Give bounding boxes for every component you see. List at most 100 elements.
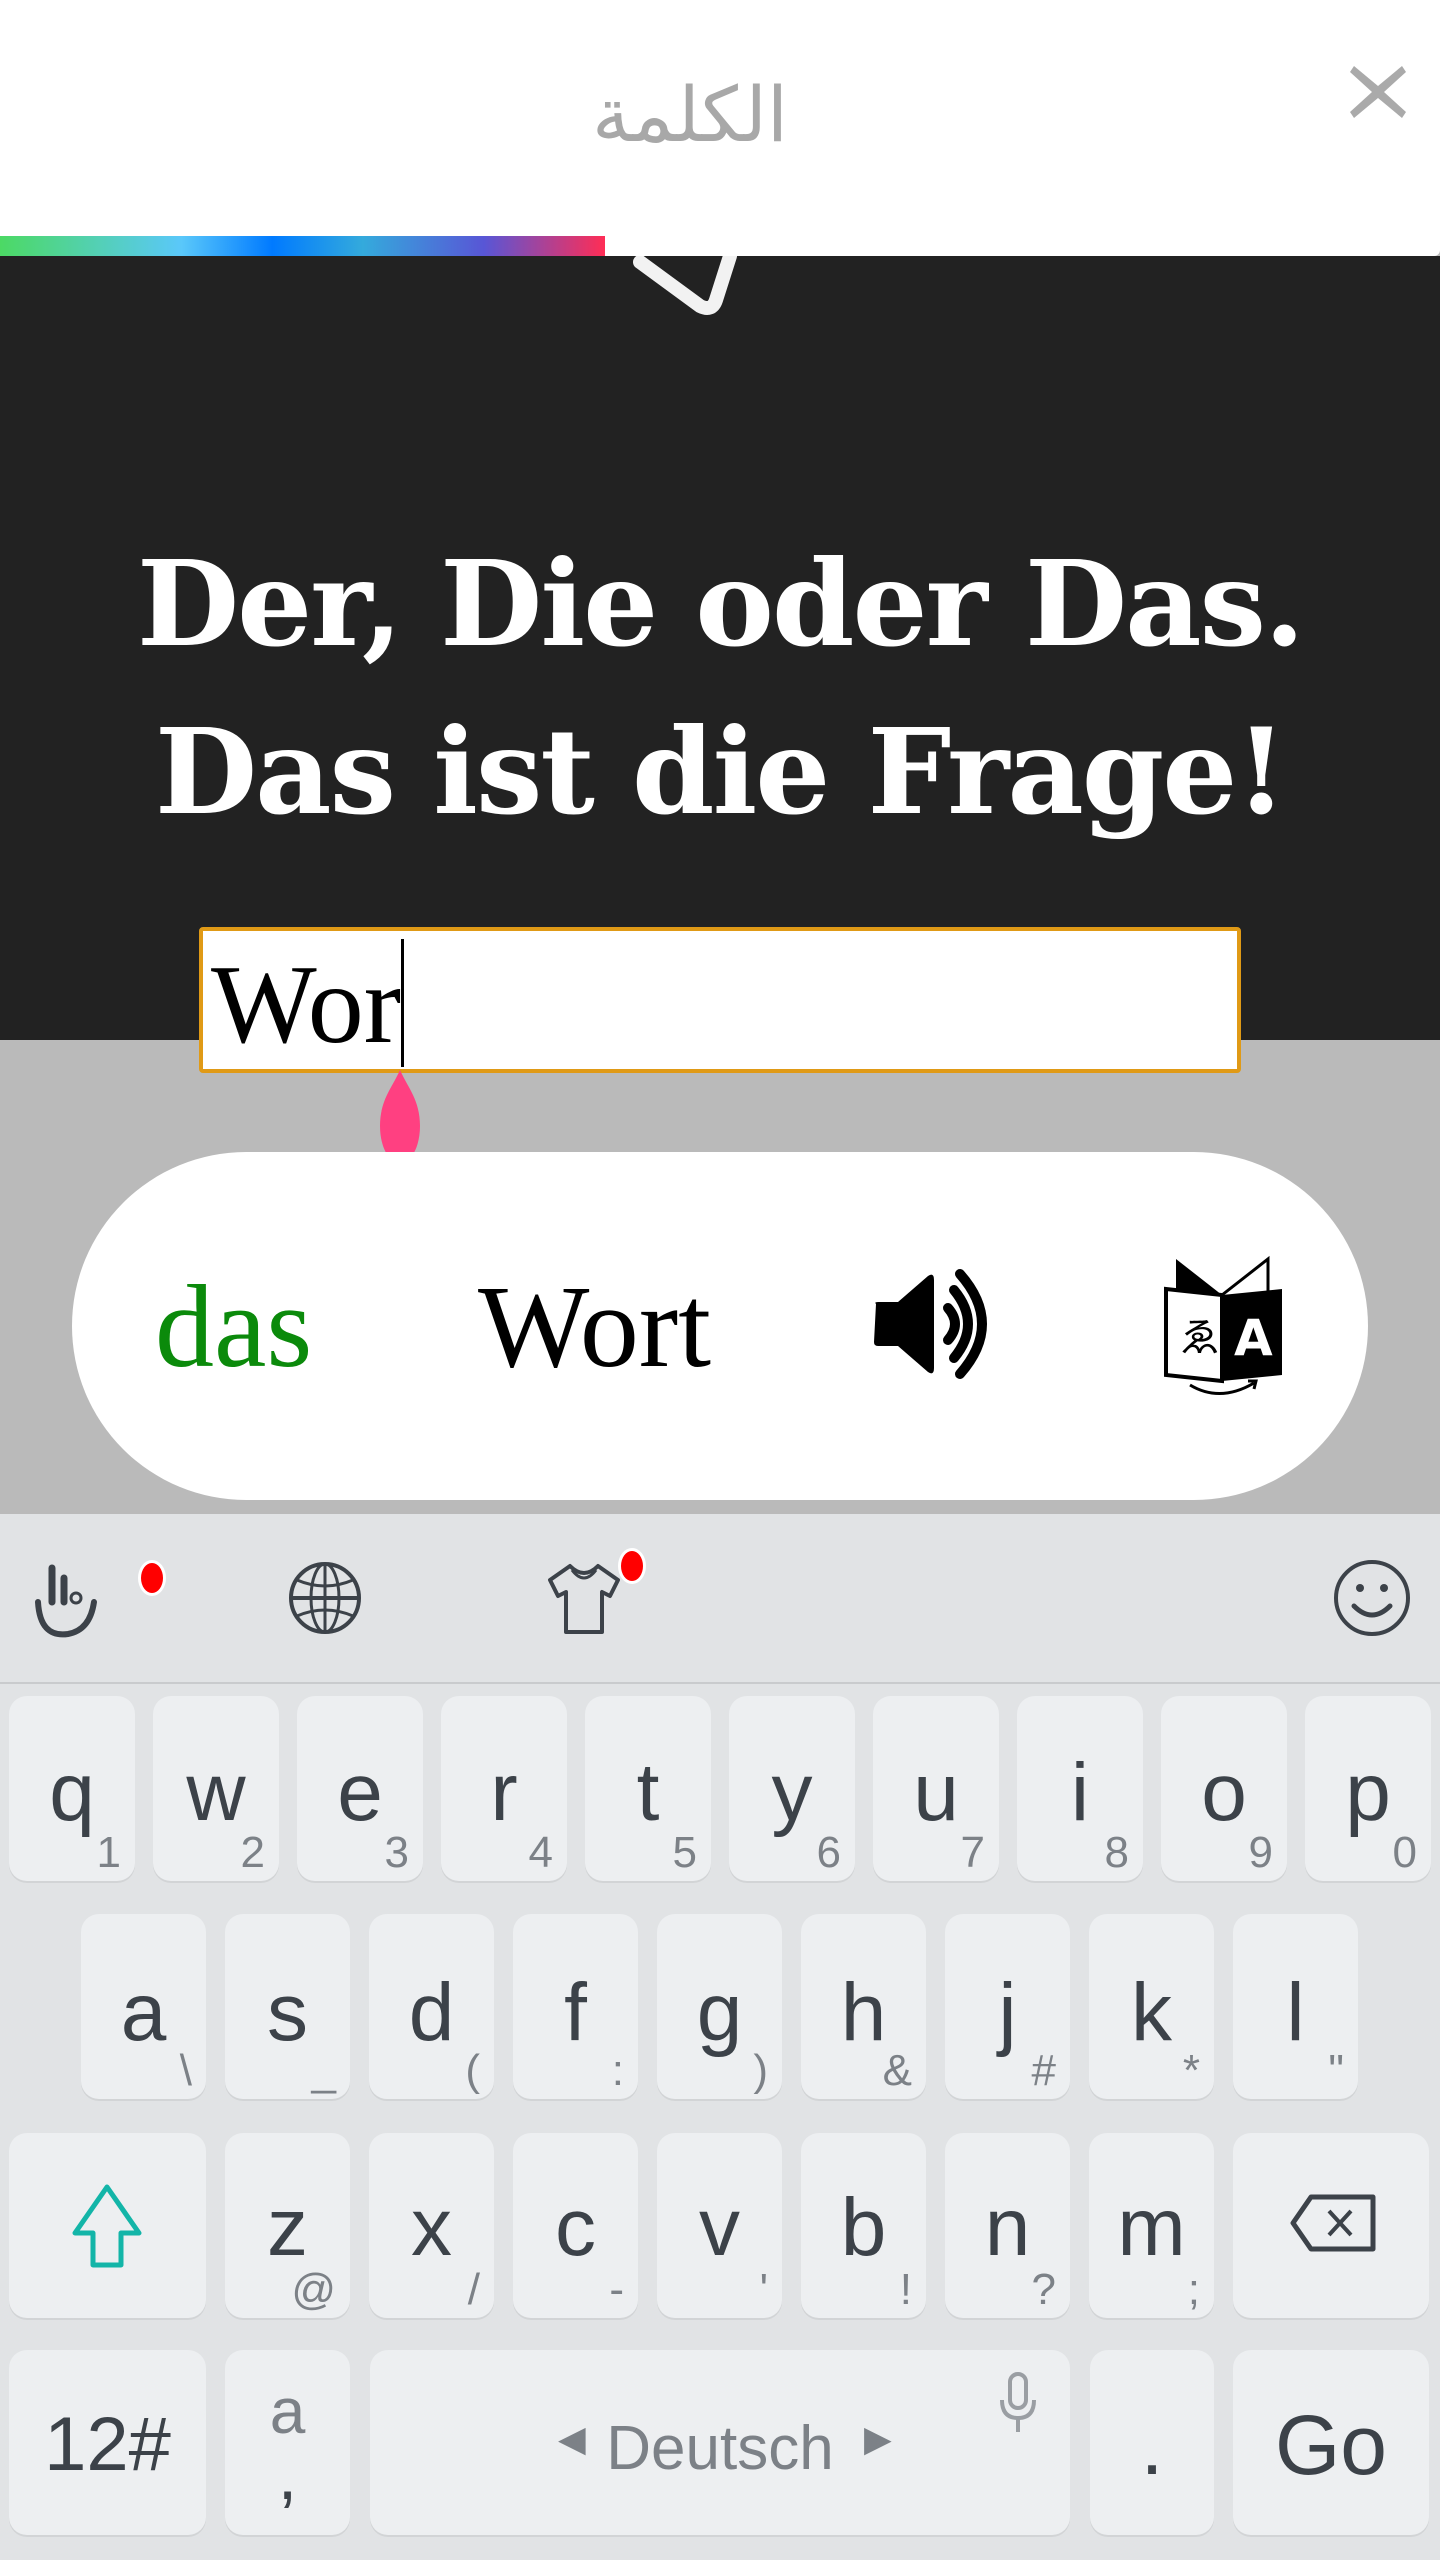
key-t[interactable]: t5 (585, 1696, 711, 1881)
key-secondary-label: 8 (1104, 1828, 1129, 1877)
comma-key[interactable]: a, (225, 2350, 350, 2535)
key-d[interactable]: d( (369, 1914, 494, 2099)
key-secondary-label: ; (1187, 2265, 1200, 2314)
soft-keyboard: q 1 w 2 e 3 r 4 t 5 y 6 u 7 i 8 o 9 p 0 a \ s _ d(f: g) h & j # k * l " z @… (0, 1514, 1440, 2560)
emoji-icon (1334, 1560, 1410, 1636)
notification-badge (618, 1548, 646, 1584)
key-n[interactable]: n? (945, 2133, 1070, 2318)
page-title: الكلمة (591, 70, 789, 159)
space-language-label: Deutsch (606, 2414, 834, 2483)
progress-fill (0, 236, 605, 256)
speaker-icon (874, 1269, 987, 1379)
key-label: v (699, 2182, 740, 2273)
key-u[interactable]: u7 (873, 1696, 999, 1881)
key-x[interactable]: x / (369, 2133, 494, 2318)
period-key[interactable]: . (1090, 2350, 1214, 2535)
key-secondary-label: 9 (1248, 1828, 1273, 1877)
article-text: das (155, 1261, 313, 1392)
notification-badge (138, 1560, 166, 1596)
key-b[interactable]: b! (801, 2133, 926, 2318)
key-label: x (411, 2182, 452, 2273)
key-label: i (1070, 1747, 1090, 1838)
go-key[interactable]: Go (1233, 2350, 1429, 2535)
key-r[interactable]: r4 (441, 1696, 567, 1881)
svg-text:ゑ: ゑ (1180, 1315, 1220, 1361)
key-secondary-label: : (611, 2046, 624, 2095)
symbols-key[interactable]: 12# (9, 2350, 206, 2535)
translate-icon: ゑ A (1164, 1255, 1282, 1395)
key-g[interactable]: g) (657, 1914, 782, 2099)
key-label: j (998, 1967, 1017, 2058)
key-o[interactable]: o9 (1161, 1696, 1287, 1881)
emoji-button[interactable] (1332, 1558, 1412, 1638)
key-j[interactable]: j # (945, 1914, 1070, 2099)
key-w[interactable]: w2 (153, 1696, 279, 1881)
key-label: l (1286, 1967, 1305, 2058)
key-label: n (984, 2182, 1031, 2273)
key-secondary-label: # (1031, 2046, 1056, 2095)
svg-text:A: A (1234, 1309, 1273, 1367)
speak-button[interactable] (870, 1268, 1002, 1380)
key-label: c (555, 2182, 596, 2273)
key-label: o (1201, 1747, 1247, 1838)
key-secondary-label: , (277, 2436, 298, 2514)
close-button[interactable] (1346, 60, 1410, 124)
key-label: s (267, 1967, 308, 2058)
gesture-button[interactable] (30, 1558, 110, 1638)
key-secondary-label: 0 (1392, 1828, 1417, 1877)
key-secondary-label: ? (1031, 2265, 1056, 2314)
key-label: a (120, 1967, 167, 2058)
key-h[interactable]: h & (801, 1914, 926, 2099)
key-label: t (636, 1747, 660, 1838)
prompt-line-2: Das ist die Frage! (154, 702, 1287, 841)
key-secondary-label: - (609, 2265, 624, 2314)
header-bar: الكلمة (0, 0, 1440, 256)
answer-input-value: Wor (211, 943, 402, 1067)
close-icon (1350, 66, 1406, 118)
key-secondary-label: ! (899, 2265, 912, 2314)
answer-input[interactable]: Wor (199, 927, 1241, 1073)
key-label: h (840, 1967, 887, 2058)
key-i[interactable]: i8 (1017, 1696, 1143, 1881)
key-label: b (840, 2182, 887, 2273)
key-secondary-label: _ (311, 2046, 336, 2095)
key-s[interactable]: s _ (225, 1914, 350, 2099)
key-secondary-label: @ (291, 2265, 336, 2314)
keyboard-toolbar (0, 1514, 1440, 1684)
key-k[interactable]: k * (1089, 1914, 1214, 2099)
key-label: f (564, 1967, 587, 2058)
key-m[interactable]: m; (1089, 2133, 1214, 2318)
key-label: u (913, 1747, 959, 1838)
language-button[interactable] (285, 1558, 365, 1638)
key-e[interactable]: e3 (297, 1696, 423, 1881)
key-secondary-label: 7 (960, 1828, 985, 1877)
logo-icon (633, 256, 737, 315)
key-z[interactable]: z @ (225, 2133, 350, 2318)
theme-button[interactable] (544, 1558, 624, 1638)
key-secondary-label: \ (179, 2046, 192, 2095)
key-label: w (186, 1747, 246, 1838)
text-caret (401, 939, 405, 1067)
microphone-icon (1000, 2372, 1036, 2432)
backspace-icon (1290, 2194, 1376, 2252)
space-key[interactable]: ◀ ▶ Deutsch (370, 2350, 1070, 2535)
noun-text: Wort (478, 1261, 712, 1392)
key-secondary-label: ' (759, 2265, 768, 2314)
key-f[interactable]: f: (513, 1914, 638, 2099)
translate-button[interactable]: ゑ A (1162, 1255, 1288, 1397)
key-secondary-label: 1 (96, 1828, 121, 1877)
shift-key[interactable] (9, 2133, 206, 2318)
key-y[interactable]: y6 (729, 1696, 855, 1881)
key-a[interactable]: a \ (81, 1914, 206, 2099)
backspace-key[interactable] (1233, 2133, 1429, 2318)
key-secondary-label: / (467, 2265, 480, 2314)
key-p[interactable]: p0 (1305, 1696, 1431, 1881)
key-label: y (771, 1747, 813, 1838)
key-v[interactable]: v ' (657, 2133, 782, 2318)
key-secondary-label: 4 (528, 1828, 553, 1877)
key-q[interactable]: q1 (9, 1696, 135, 1881)
key-c[interactable]: c- (513, 2133, 638, 2318)
key-secondary-label: 3 (384, 1828, 409, 1877)
key-label: d (408, 1967, 455, 2058)
key-l[interactable]: l " (1233, 1914, 1358, 2099)
